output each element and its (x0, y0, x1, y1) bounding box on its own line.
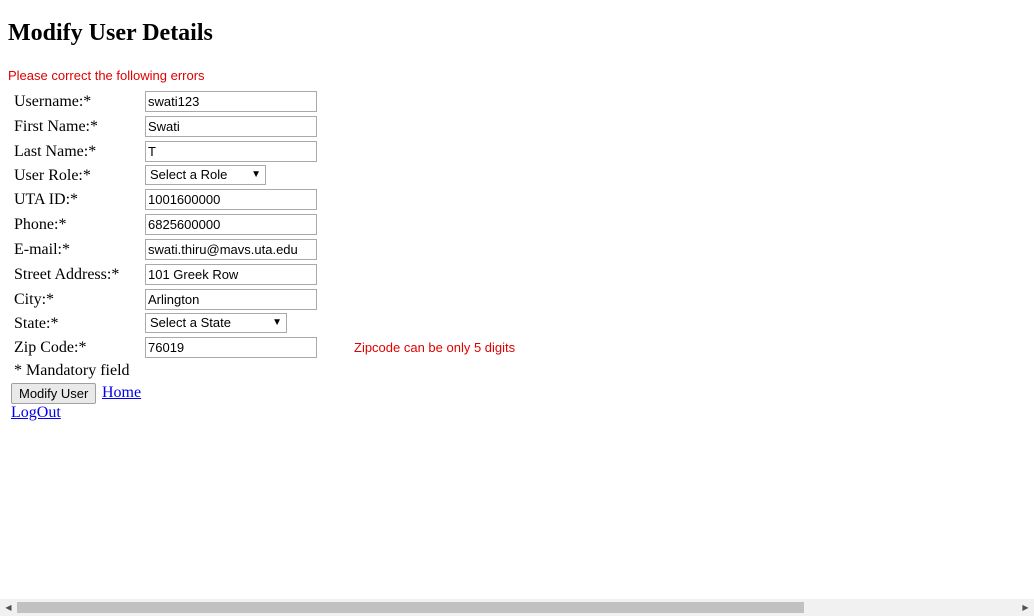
email-input[interactable]: swati.thiru@mavs.uta.edu (145, 239, 317, 260)
user-role-select[interactable]: Select a Role ▼ (145, 165, 266, 185)
chevron-down-icon: ▼ (272, 317, 282, 328)
error-summary: Please correct the following errors (8, 68, 205, 83)
zip-code-label: Zip Code:* (14, 339, 87, 356)
home-link[interactable]: Home (102, 384, 141, 402)
arrow-right-icon[interactable]: ▶ (1017, 599, 1034, 616)
zip-code-error: Zipcode can be only 5 digits (354, 340, 516, 355)
zip-code-input[interactable]: 76019 (145, 337, 317, 358)
city-input[interactable]: Arlington (145, 289, 317, 310)
last-name-input[interactable]: T (145, 141, 317, 162)
last-name-label: Last Name:* (14, 143, 97, 160)
email-label: E-mail:* (14, 241, 70, 258)
username-label: Username:* (14, 93, 92, 110)
uta-id-input[interactable]: 1001600000 (145, 189, 317, 210)
city-label: City:* (14, 291, 55, 308)
modify-user-button[interactable]: Modify User (11, 383, 97, 404)
chevron-down-icon: ▼ (251, 169, 261, 180)
phone-label: Phone:* (14, 216, 67, 233)
first-name-input[interactable]: Swati (145, 116, 317, 137)
scrollbar-thumb[interactable] (17, 602, 804, 613)
state-select[interactable]: Select a State ▼ (145, 313, 287, 333)
street-address-input[interactable]: 101 Greek Row (145, 264, 317, 285)
user-role-label: User Role:* (14, 167, 91, 184)
uta-id-label: UTA ID:* (14, 191, 79, 208)
mandatory-note: * Mandatory field (14, 362, 130, 379)
logout-link[interactable]: LogOut (11, 404, 61, 422)
arrow-left-icon[interactable]: ◀ (0, 599, 17, 616)
user-role-selected: Select a Role (150, 167, 228, 182)
state-label: State:* (14, 315, 59, 332)
username-input[interactable]: swati123 (145, 91, 317, 112)
street-address-label: Street Address:* (14, 266, 120, 283)
state-selected: Select a State (150, 315, 231, 330)
first-name-label: First Name:* (14, 118, 98, 135)
page-title: Modify User Details (8, 20, 213, 46)
horizontal-scrollbar[interactable]: ◀ ▶ (0, 599, 1034, 616)
phone-input[interactable]: 6825600000 (145, 214, 317, 235)
